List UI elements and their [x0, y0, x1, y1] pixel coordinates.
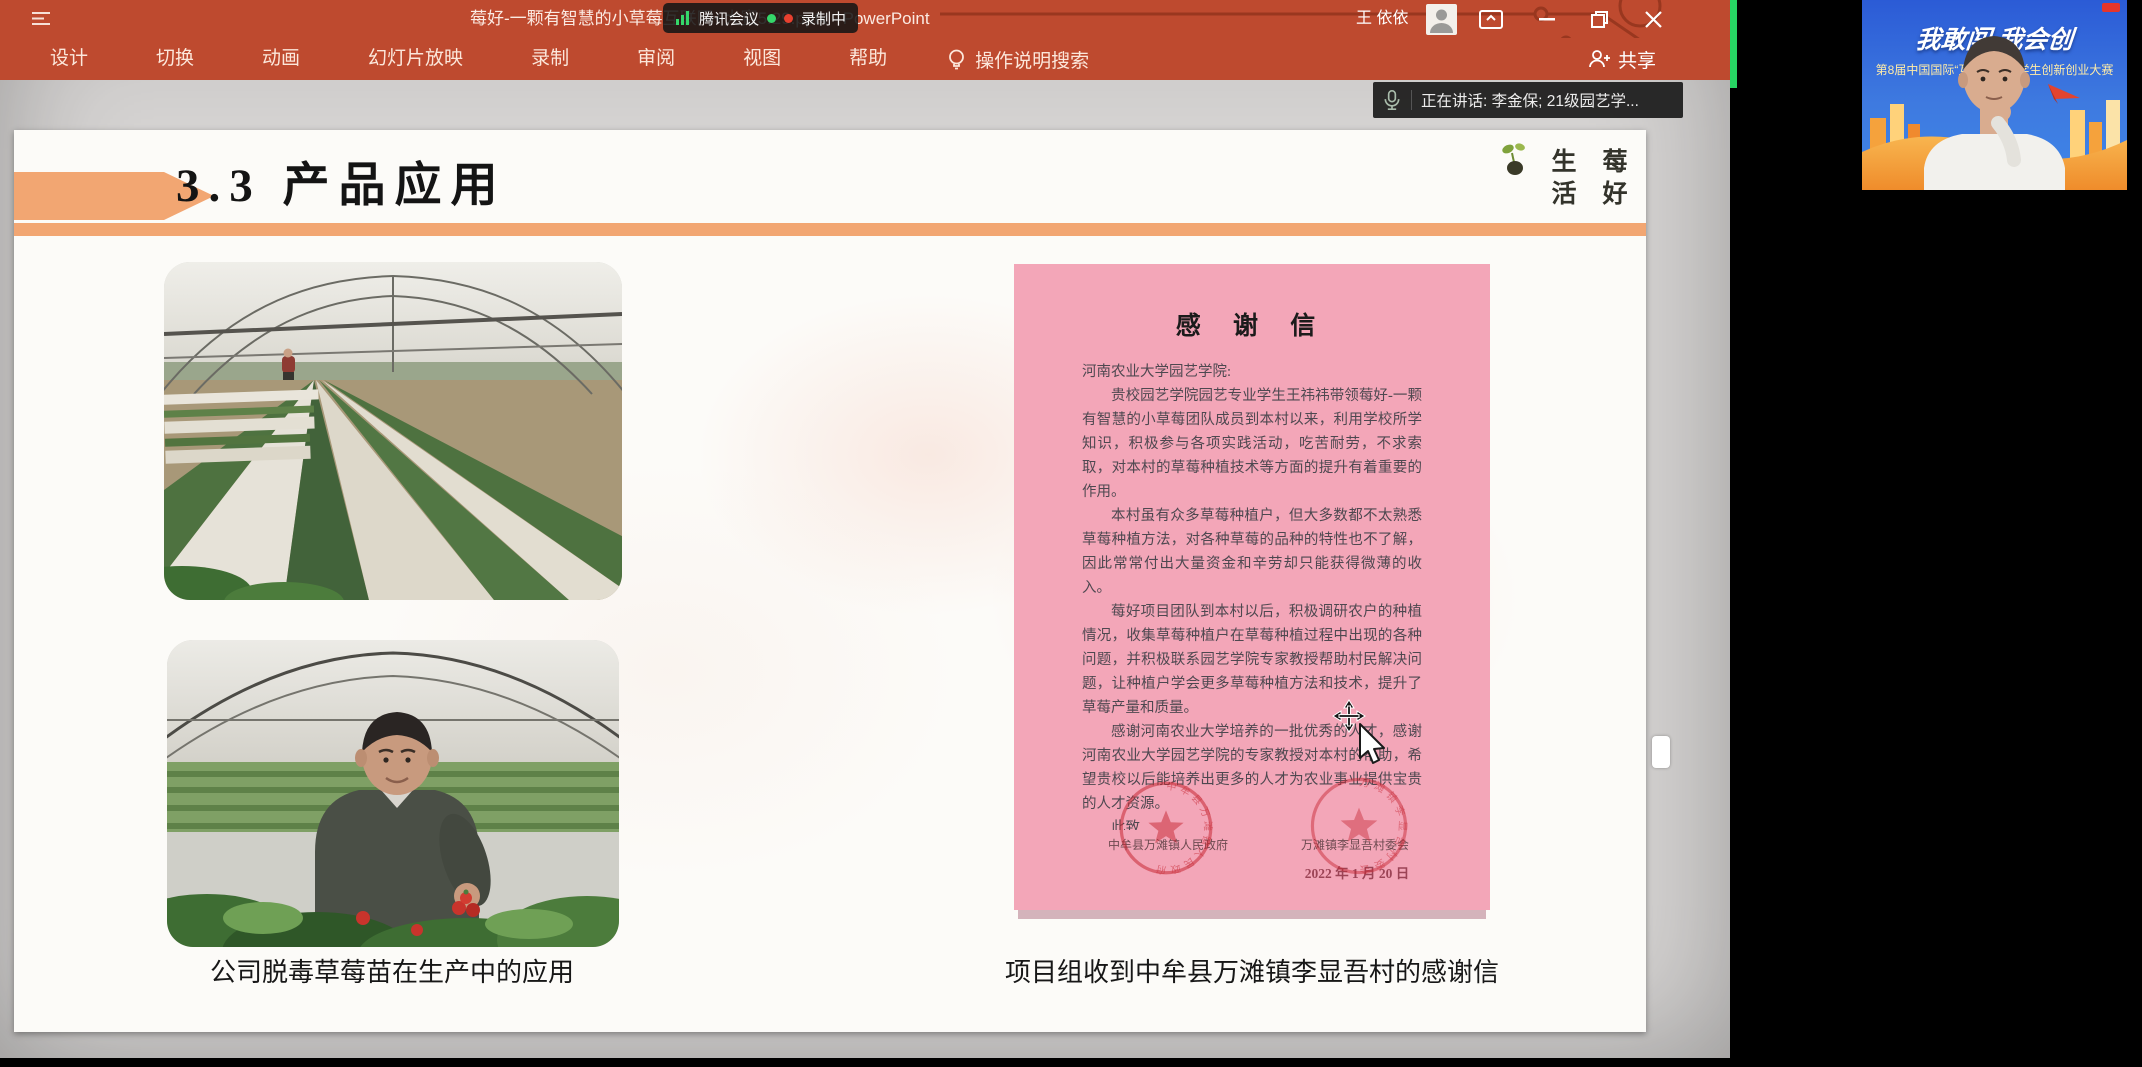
- titlebar: 莓好-一颗有智慧的小草莓互联网+大赛5.29.pptx - PowerPoint…: [0, 0, 1730, 38]
- meeting-overlay[interactable]: 腾讯会议 录制中: [663, 3, 858, 33]
- letter-paragraph: 贵校园艺学院园艺专业学生王祎祎带领莓好-一颗有智慧的小草莓团队成员到本村以来，利…: [1082, 384, 1422, 504]
- divider: [1411, 90, 1412, 110]
- thank-you-letter: 感 谢 信 河南农业大学园艺学院: 贵校园艺学院园艺专业学生王祎祎带领莓好-一颗…: [1014, 264, 1490, 910]
- speaking-notification-bar[interactable]: 正在讲话: 李金保; 21级园艺学...: [1373, 82, 1683, 118]
- minimize-button[interactable]: [1524, 0, 1570, 38]
- slide-title: 3.3 产品应用: [176, 146, 507, 215]
- recording-label: 录制中: [801, 8, 846, 29]
- tab-slideshow[interactable]: 幻灯片放映: [334, 38, 497, 80]
- participant-video-feed[interactable]: 我敢闯 我会创 第8届中国国际“互联网+”大学生创新创业大赛: [1862, 0, 2127, 190]
- speaker-person: [1924, 36, 2065, 190]
- screen-share-border: [1730, 0, 1737, 88]
- photo-greenhouse-rows: [164, 262, 622, 600]
- account-name[interactable]: 王 依依: [1356, 0, 1408, 38]
- tab-animations[interactable]: 动画: [228, 38, 334, 80]
- caption-left: 公司脱毒草莓苗在生产中的应用: [132, 952, 652, 989]
- official-stamp-left: 中牟县万滩镇人民政府: [1116, 778, 1216, 878]
- ribbon-tab-bar: 设计 切换 动画 幻灯片放映 录制 审阅 视图 帮助 操作说明搜索 共享: [0, 38, 1730, 80]
- person-add-icon: [1588, 49, 1610, 69]
- caption-right: 项目组收到中牟县万滩镇李显吾村的感谢信: [962, 952, 1542, 989]
- microphone-icon: [1382, 88, 1402, 112]
- ribbon-display-options-button[interactable]: [1468, 0, 1514, 38]
- sprout-icon: [1500, 142, 1528, 186]
- tab-design[interactable]: 设计: [16, 38, 122, 80]
- meeting-app-label: 腾讯会议: [699, 8, 759, 29]
- tab-record[interactable]: 录制: [497, 38, 603, 80]
- signal-icon: [675, 11, 691, 25]
- shared-powerpoint-window: 莓好-一颗有智慧的小草莓互联网+大赛5.29.pptx - PowerPoint…: [0, 0, 1730, 1058]
- tellme-search[interactable]: 操作说明搜索: [947, 46, 1089, 73]
- screen: 莓好-一颗有智慧的小草莓互联网+大赛5.29.pptx - PowerPoint…: [0, 0, 2142, 1067]
- tellme-label: 操作说明搜索: [975, 46, 1089, 73]
- avatar[interactable]: [1426, 4, 1457, 35]
- connection-status-icon: [767, 14, 776, 23]
- tab-transitions[interactable]: 切换: [122, 38, 228, 80]
- tab-help[interactable]: 帮助: [815, 38, 921, 80]
- official-stamp-right: 万滩镇李显吾村委会: [1307, 774, 1411, 878]
- restore-button[interactable]: [1576, 0, 1622, 38]
- quick-access-toolbar-icon[interactable]: [30, 10, 52, 27]
- logo-text-col1: 生活: [1543, 148, 1579, 212]
- share-label: 共享: [1618, 46, 1656, 73]
- tab-review[interactable]: 审阅: [603, 38, 709, 80]
- speaking-status-text: 正在讲话: 李金保; 21级园艺学...: [1421, 89, 1639, 111]
- logo-text-col2: 莓好: [1594, 148, 1630, 212]
- title-underline-bar: [14, 223, 1646, 236]
- mouse-cursor: [1330, 698, 1394, 770]
- scrollbar-thumb[interactable]: [1652, 736, 1670, 768]
- slide-canvas: 3.3 产品应用 生活 莓好: [14, 130, 1646, 1032]
- recording-badge-icon: [2102, 3, 2120, 12]
- brand-logo: 生活 莓好: [1500, 148, 1630, 212]
- tab-view[interactable]: 视图: [709, 38, 815, 80]
- close-button[interactable]: [1630, 0, 1676, 38]
- letter-paragraph: 本村虽有众多草莓种植户，但大多数都不太熟悉草莓种植方法，对各种草莓的品种的特性也…: [1082, 504, 1422, 600]
- lightbulb-icon: [947, 49, 966, 70]
- letter-title: 感 谢 信: [1014, 306, 1490, 342]
- recording-dot-icon: [784, 14, 793, 23]
- video-scene: [1862, 0, 2127, 190]
- paper-plane-icon: [2048, 84, 2080, 104]
- photo-farmer-crouching: [167, 640, 619, 947]
- letter-salutation: 河南农业大学园艺学院:: [1082, 360, 1422, 384]
- share-button[interactable]: 共享: [1588, 38, 1656, 80]
